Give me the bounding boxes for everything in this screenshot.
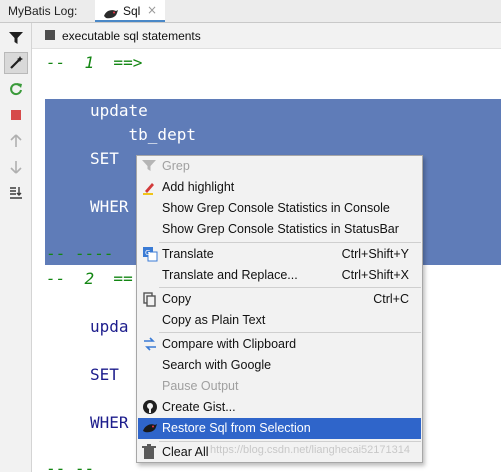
menu-item-shortcut: Ctrl+Shift+X [341, 268, 409, 282]
magic-wand-button[interactable] [4, 52, 28, 74]
menu-item-label: Search with Google [162, 358, 272, 372]
menu-item-label: Clear All [162, 445, 209, 459]
watermark-text: https://blog.csdn.net/lianghecai52171314 [210, 444, 410, 456]
console-icon [45, 30, 55, 40]
filter-button[interactable] [4, 27, 28, 49]
magic-wand-icon [10, 56, 23, 69]
menu-item-shortcut: Ctrl+C [373, 292, 409, 306]
rerun-icon [10, 83, 22, 96]
tab-label: Sql [123, 4, 141, 18]
sql-line: SET [90, 365, 119, 384]
menu-item-label: Translate and Replace... [162, 268, 298, 282]
menu-item-grep-stats-statusbar[interactable]: Show Grep Console Statistics in StatusBa… [138, 219, 421, 240]
stop-icon [11, 110, 21, 120]
highlighter-icon [142, 179, 158, 195]
menu-item-label: Restore Sql from Selection [162, 421, 311, 435]
tool-window-title: MyBatis Log: [8, 4, 78, 18]
close-icon[interactable]: × [147, 3, 157, 17]
menu-item-copy[interactable]: Copy Ctrl+C [138, 289, 421, 310]
sql-line: WHER [90, 197, 129, 216]
svg-text:G: G [145, 249, 150, 257]
console-header-label: executable sql statements [62, 29, 201, 43]
stop-button[interactable] [4, 104, 28, 126]
tool-window-header: MyBatis Log: Sql × [0, 0, 501, 23]
github-icon [142, 399, 158, 415]
context-menu: Grep Add highlight Show Grep Console Sta… [136, 155, 423, 463]
scroll-down-button[interactable] [4, 156, 28, 178]
sql-line: SET [90, 149, 119, 168]
menu-item-label: Add highlight [162, 180, 235, 194]
sql-separator-line: -- ---- [46, 244, 114, 263]
rerun-button[interactable] [4, 78, 28, 100]
mybatis-bird-icon [103, 5, 119, 24]
menu-item-label: Copy as Plain Text [162, 313, 266, 327]
menu-item-copy-plain[interactable]: Copy as Plain Text [138, 310, 421, 331]
menu-item-grep[interactable]: Grep [138, 156, 421, 177]
arrow-up-icon [10, 134, 22, 147]
menu-item-label: Create Gist... [162, 400, 236, 414]
menu-item-translate-replace[interactable]: Translate and Replace... Ctrl+Shift+X [138, 265, 421, 286]
menu-item-search-google[interactable]: Search with Google [138, 355, 421, 376]
menu-item-add-highlight[interactable]: Add highlight [138, 177, 421, 198]
menu-item-label: Show Grep Console Statistics in Console [162, 201, 390, 215]
filter-icon [9, 32, 23, 44]
menu-item-translate[interactable]: G Translate Ctrl+Shift+Y [138, 244, 421, 265]
sql-separator-line: -- -- [46, 459, 95, 472]
sql-comment-line: -- 1 ==> [46, 53, 143, 72]
sql-comment-line: -- 2 == [46, 269, 133, 288]
compare-icon [142, 336, 158, 352]
scroll-to-end-icon [10, 187, 22, 199]
copy-icon [142, 291, 158, 307]
console-header: executable sql statements [32, 23, 501, 49]
tab-sql[interactable]: Sql × [95, 0, 165, 22]
sql-line: tb_dept [90, 125, 196, 144]
menu-item-label: Translate [162, 247, 214, 261]
menu-item-grep-stats-console[interactable]: Show Grep Console Statistics in Console [138, 198, 421, 219]
menu-item-restore-sql[interactable]: Restore Sql from Selection [138, 418, 421, 439]
menu-item-label: Grep [162, 159, 190, 173]
menu-item-label: Show Grep Console Statistics in StatusBa… [162, 222, 399, 236]
menu-item-label: Compare with Clipboard [162, 337, 297, 351]
menu-item-create-gist[interactable]: Create Gist... [138, 397, 421, 418]
sql-line: upda [90, 317, 129, 336]
menu-separator [159, 332, 421, 333]
menu-item-label: Copy [162, 292, 192, 306]
mybatis-bird-icon [142, 420, 158, 436]
sql-line: WHER [90, 413, 129, 432]
menu-item-label: Pause Output [162, 379, 239, 393]
sql-line: update [90, 101, 148, 120]
menu-separator [159, 242, 421, 243]
left-toolbar [0, 23, 32, 472]
scroll-up-button[interactable] [4, 130, 28, 152]
arrow-down-icon [10, 161, 22, 174]
trash-icon [142, 444, 158, 460]
scroll-to-end-button[interactable] [4, 182, 28, 204]
translate-icon: G [142, 246, 158, 262]
menu-item-compare-clipboard[interactable]: Compare with Clipboard [138, 334, 421, 355]
menu-item-shortcut: Ctrl+Shift+Y [341, 247, 409, 261]
menu-item-pause-output[interactable]: Pause Output [138, 376, 421, 397]
menu-separator [159, 287, 421, 288]
filter-icon [142, 158, 158, 174]
